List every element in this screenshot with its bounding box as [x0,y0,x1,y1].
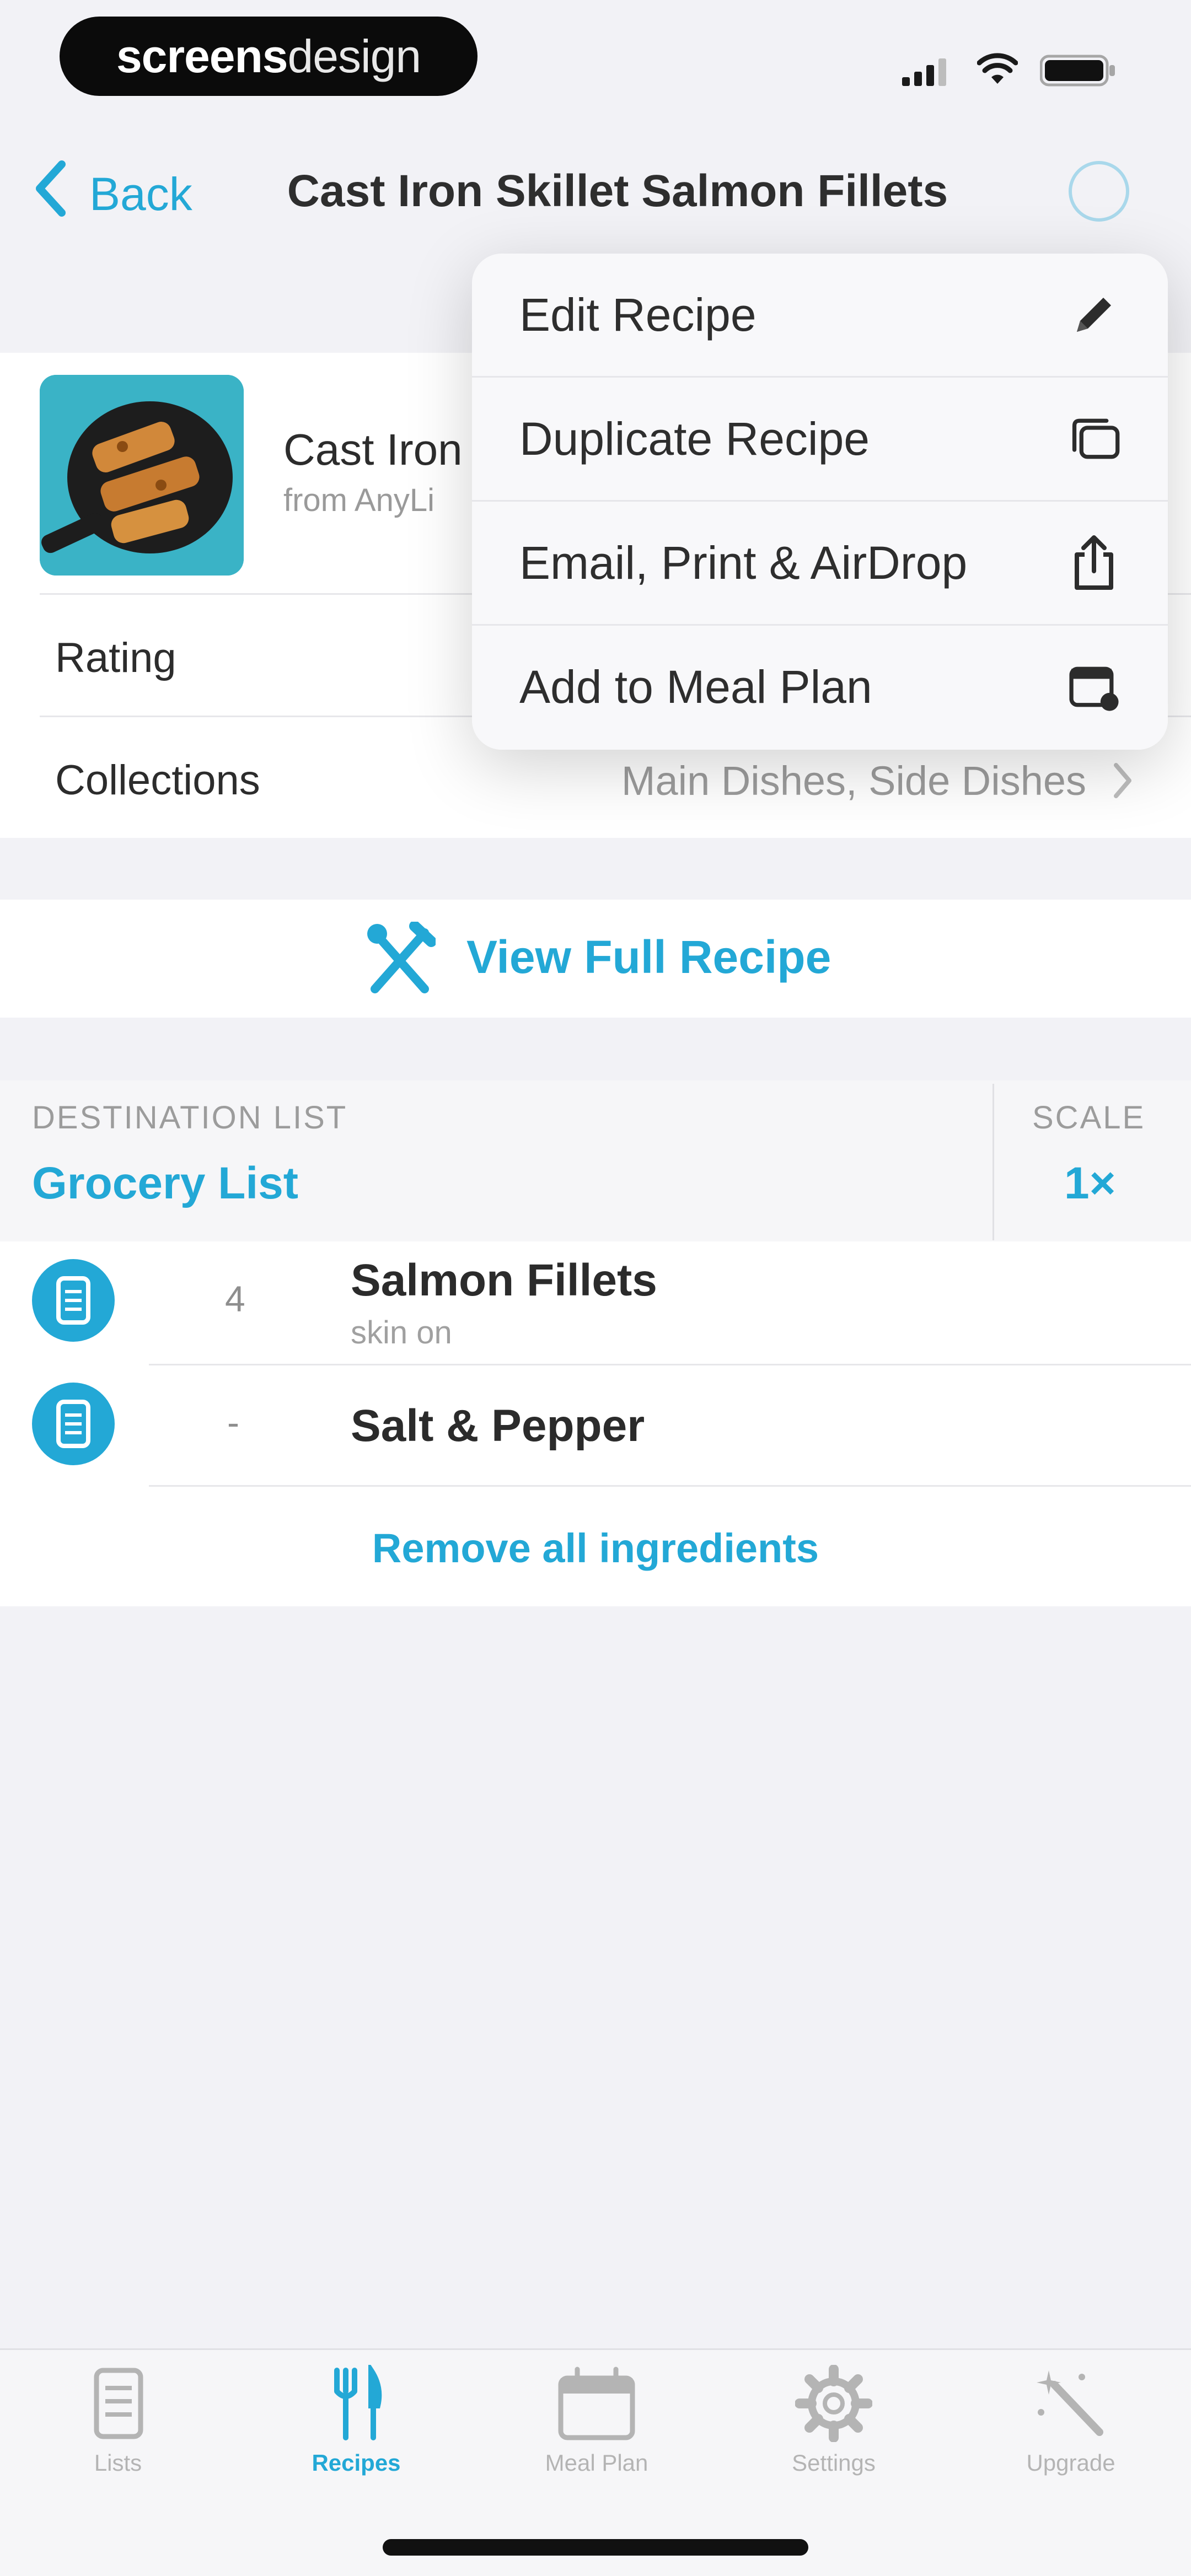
ingredient-quantity: - [227,1402,239,1443]
recipe-actions-menu: Edit Recipe Duplicate Recipe Email, Prin… [472,254,1168,750]
tab-lists[interactable]: Lists [35,2365,201,2476]
menu-item-label: Email, Print & AirDrop [519,536,968,589]
ingredient-quantity: 4 [225,1278,245,1319]
list-icon [35,2365,201,2442]
more-options-button[interactable] [1069,161,1129,222]
tab-recipes[interactable]: Recipes [273,2361,439,2476]
ingredient-name: Salmon Fillets [351,1255,657,1305]
share-icon [1066,535,1122,590]
recipes-icon [273,2361,439,2442]
chevron-left-icon [33,160,68,228]
wifi-icon [977,53,1018,89]
collections-label: Collections [55,757,260,804]
calendar-icon [514,2365,679,2442]
home-indicator [383,2539,808,2556]
page-title: Cast Iron Skillet Salmon Fillets [287,166,948,216]
back-label: Back [89,168,192,220]
magic-wand-icon [988,2365,1154,2442]
ingredient-note: skin on [351,1315,452,1351]
tab-label: Settings [792,2450,876,2476]
divider [149,1485,1191,1487]
tab-label: Upgrade [1026,2450,1115,2476]
tab-meal-plan[interactable]: Meal Plan [514,2365,679,2476]
menu-item-share[interactable]: Email, Print & AirDrop [472,502,1168,624]
tab-settings[interactable]: Settings [751,2364,916,2476]
back-button[interactable]: Back [33,160,192,228]
ingredient-name: Salt & Pepper [351,1401,645,1451]
recipe-thumbnail [40,375,244,576]
recipe-source: from AnyLi [283,482,434,518]
destination-list-label: DESTINATION LIST [32,1100,348,1136]
menu-item-label: Edit Recipe [519,288,757,341]
divider [149,1364,1191,1365]
battery-icon [1039,54,1117,90]
brand-watermark: screens design [60,17,478,96]
chevron-right-icon [1112,762,1134,802]
view-full-recipe-button[interactable]: View Full Recipe [0,900,1191,1018]
recipe-name: Cast Iron [283,425,463,474]
scale-label: SCALE [1032,1100,1146,1136]
list-icon [56,1400,90,1448]
cellular-signal-icon [902,57,948,89]
remove-all-ingredients-button[interactable]: Remove all ingredients [0,1525,1191,1572]
calendar-add-icon [1066,659,1122,714]
collections-value: Main Dishes, Side Dishes [621,758,1086,804]
tab-label: Lists [94,2450,142,2476]
view-full-recipe-label: View Full Recipe [466,931,831,983]
vertical-divider [993,1084,994,1240]
brand-light-text: design [287,30,422,82]
tab-upgrade[interactable]: Upgrade [988,2365,1154,2476]
tab-label: Meal Plan [545,2450,648,2476]
fork-knife-icon [364,921,437,1002]
menu-item-label: Add to Meal Plan [519,660,872,713]
scale-value[interactable]: 1× [1064,1158,1116,1209]
menu-item-label: Duplicate Recipe [519,412,870,465]
brand-bold-text: screens [116,30,288,82]
menu-item-edit-recipe[interactable]: Edit Recipe [472,254,1168,376]
gear-icon [751,2364,916,2443]
menu-item-add-to-meal-plan[interactable]: Add to Meal Plan [472,626,1168,748]
tab-label: Recipes [312,2450,401,2476]
duplicate-icon [1066,411,1122,466]
list-icon [56,1276,90,1325]
ingredient-toggle-button[interactable] [32,1259,115,1342]
pencil-icon [1066,287,1122,342]
rating-label[interactable]: Rating [55,634,176,682]
destination-list-value[interactable]: Grocery List [32,1158,298,1209]
menu-item-duplicate-recipe[interactable]: Duplicate Recipe [472,378,1168,500]
ingredient-toggle-button[interactable] [32,1383,115,1465]
